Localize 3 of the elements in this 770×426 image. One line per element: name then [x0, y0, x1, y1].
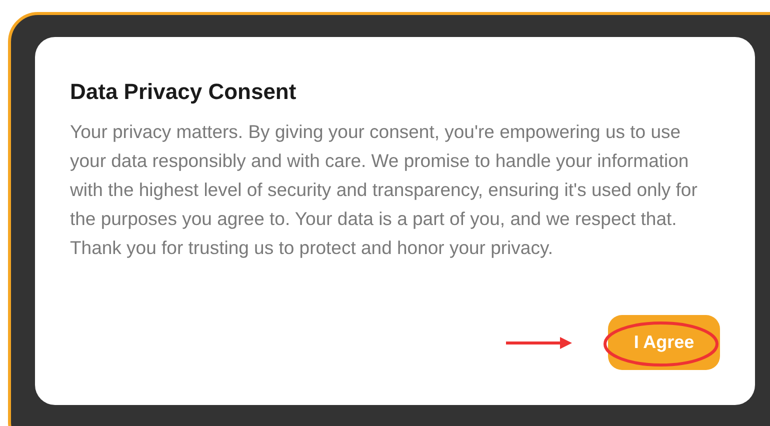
arrow-icon [506, 336, 572, 348]
dialog-title: Data Privacy Consent [70, 78, 296, 106]
consent-text: Your privacy matters. By giving your consent, you're empowering us to use your data responsibly and with care. We promise to handle your information with the highest level of security and transparency, ensuring it's used only for the purposes you agree to. Your data is a part of you, and we respect that. Thank you for trusting us to protect and honor your privacy. [70, 120, 698, 260]
